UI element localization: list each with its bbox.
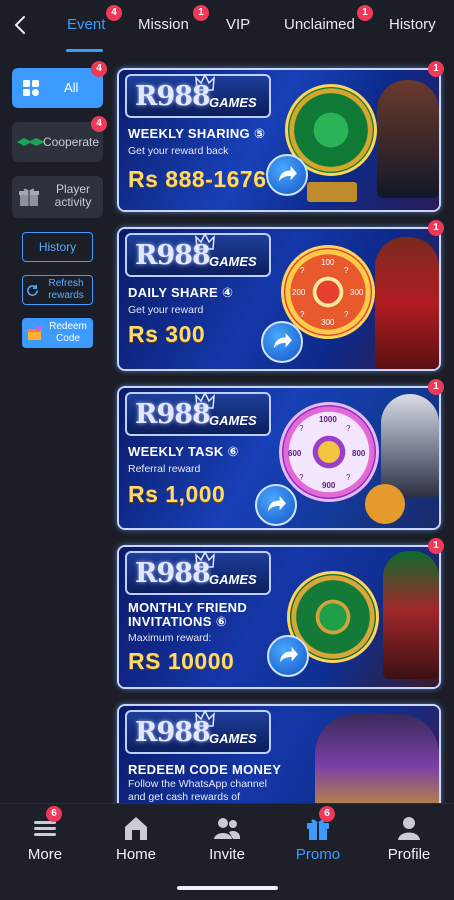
share-arrow-icon — [267, 495, 286, 512]
sidebar-item-player-activity[interactable]: Player activity — [12, 176, 103, 218]
banner-amount: Rs 888-1676 — [128, 166, 267, 192]
character-image — [377, 80, 439, 198]
banner-amount: Rs 300 — [128, 321, 206, 347]
top-tab-bar: Event 4 Mission 1 VIP Unclaimed 1 Histor… — [0, 0, 454, 52]
banner-subtitle-line1: Follow the WhatsApp channel — [128, 778, 267, 790]
handshake-icon — [17, 138, 45, 146]
refresh-rewards-button[interactable]: Refresh rewards — [22, 275, 93, 305]
share-arrow-icon — [273, 332, 292, 349]
invite-icon — [214, 818, 241, 839]
nav-more-label: More — [27, 846, 63, 863]
character-image — [381, 394, 439, 498]
nav-more[interactable]: More — [5, 814, 85, 863]
refresh-rewards-label: Refresh rewards — [48, 278, 84, 301]
nav-more-badge: 6 — [46, 806, 62, 822]
promo-banner-weekly-sharing[interactable]: R988 GAMES WEEKLY SHARING ⑤ Get your rew… — [117, 68, 441, 212]
active-tab-indicator — [66, 49, 103, 52]
banner-badge: 1 — [428, 61, 444, 77]
nav-home-label: Home — [115, 846, 156, 863]
brand-logo: R988 GAMES — [125, 551, 271, 595]
dragon-mascot-image — [365, 484, 405, 524]
sidebar-cooperate-badge: 4 — [91, 116, 107, 132]
banner-title: REDEEM CODE MONEY — [128, 762, 282, 777]
home-icon — [125, 817, 147, 840]
tab-mission[interactable]: Mission — [138, 16, 189, 33]
redeem-code-label: Redeem Code — [49, 321, 87, 344]
tab-unclaimed-badge: 1 — [357, 5, 373, 21]
banner-title-line2: INVITATIONS ⑥ — [128, 614, 227, 629]
go-arrow-button[interactable] — [255, 484, 297, 526]
banner-badge: 1 — [428, 379, 444, 395]
nav-invite[interactable]: Invite — [187, 814, 267, 863]
tab-event-badge: 4 — [106, 5, 122, 21]
banner-subtitle-line2: and get cash rewards of — [128, 791, 241, 803]
character-image — [383, 551, 439, 679]
banner-badge: 1 — [428, 538, 444, 554]
grid-icon — [23, 80, 39, 96]
banner-title: WEEKLY SHARING ⑤ — [128, 126, 266, 141]
character-image — [375, 237, 439, 369]
home-indicator — [177, 886, 278, 890]
gift-box-icon — [19, 188, 39, 206]
tab-vip[interactable]: VIP — [226, 16, 250, 33]
sidebar-item-all-label: All — [64, 80, 79, 95]
tab-unclaimed[interactable]: Unclaimed — [284, 16, 355, 33]
promo-banner-weekly-task[interactable]: R988 GAMES WEEKLY TASK ⑥ Referral reward… — [117, 386, 441, 530]
banner-title-line1: MONTHLY FRIEND — [128, 600, 248, 615]
sidebar-item-cooperate-label: Cooperate — [43, 135, 100, 149]
banner-title: WEEKLY TASK ⑥ — [128, 444, 239, 459]
promo-banner-monthly-friend-invitations[interactable]: R988 GAMES MONTHLY FRIEND INVITATIONS ⑥ … — [117, 545, 441, 689]
back-arrow-icon[interactable] — [8, 12, 34, 38]
banner-title: DAILY SHARE ④ — [128, 285, 234, 300]
share-arrow-icon — [279, 646, 298, 663]
banner-subtitle: Get your reward back — [128, 145, 229, 157]
nav-profile[interactable]: Profile — [369, 814, 449, 863]
character-image — [315, 714, 439, 814]
banner-badge: 1 — [428, 220, 444, 236]
promo-banner-redeem-code-money[interactable]: R988 GAMES REDEEM CODE MONEY Follow the … — [117, 704, 441, 814]
refresh-icon — [27, 284, 38, 296]
share-arrow-icon — [278, 165, 297, 182]
tab-mission-badge: 1 — [193, 5, 209, 21]
banner-subtitle: Maximum reward: — [128, 632, 212, 644]
history-button[interactable]: History — [22, 232, 93, 262]
go-arrow-button[interactable] — [261, 321, 303, 363]
sidebar-item-player-activity-label: Player activity — [54, 182, 92, 209]
banner-subtitle: Referral reward — [128, 463, 201, 475]
nav-promo[interactable]: Promo — [278, 814, 358, 863]
promo-banner-daily-share[interactable]: R988 GAMES DAILY SHARE ④ Get your reward… — [117, 227, 441, 371]
brand-logo: R988 GAMES — [125, 710, 271, 754]
brand-logo: R988 GAMES — [125, 233, 271, 277]
banner-amount: Rs 1,000 — [128, 481, 226, 507]
sidebar-all-badge: 4 — [91, 61, 107, 77]
brand-logo: R988 GAMES — [125, 392, 271, 436]
tab-event[interactable]: Event — [67, 16, 105, 33]
gold-coins-image — [307, 182, 357, 202]
nav-profile-label: Profile — [387, 846, 431, 863]
tab-history[interactable]: History — [389, 16, 436, 33]
sidebar-item-cooperate[interactable]: Cooperate — [12, 122, 103, 162]
profile-icon — [398, 817, 420, 840]
nav-promo-badge: 6 — [319, 806, 335, 822]
go-arrow-button[interactable] — [266, 154, 308, 196]
nav-invite-label: Invite — [209, 846, 245, 863]
nav-promo-label: Promo — [295, 846, 341, 863]
redeem-gift-icon — [27, 325, 42, 340]
go-arrow-button[interactable] — [267, 635, 309, 677]
redeem-code-button[interactable]: Redeem Code — [22, 318, 93, 348]
banner-amount: RS 10000 — [128, 648, 235, 674]
banner-subtitle: Get your reward — [128, 304, 204, 316]
sidebar-item-all[interactable]: All — [12, 68, 103, 108]
nav-home[interactable]: Home — [96, 814, 176, 863]
brand-logo: R988 GAMES — [125, 74, 271, 118]
